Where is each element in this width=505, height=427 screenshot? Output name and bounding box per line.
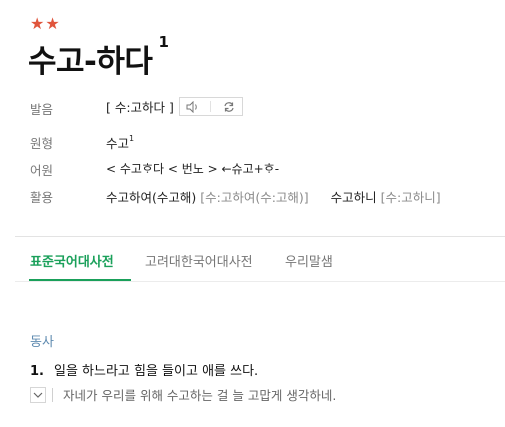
tab-urimalsaem[interactable]: 우리말샘 [285,251,333,270]
conjugation-label: 활용 [30,190,54,205]
repeat-icon[interactable] [220,99,238,114]
tab-korea-univ-dictionary[interactable]: 고려대한국어대사전 [145,251,253,270]
example-bar [52,387,53,402]
conjugation-pron-2: [수:고하니] [380,190,441,205]
dictionary-tabs: 표준국어대사전 고려대한국어대사전 우리말샘 [15,237,505,282]
pronunciation-controls [178,97,243,116]
origin-word[interactable]: 수고 [106,136,129,151]
conjugation-value: 수고하여(수고해) [수:고하여(수:고해)] 수고하니 [수:고하니] [106,187,441,206]
active-tab-indicator [29,279,131,281]
conjugation-form-1: 수고하여(수고해) [106,190,197,205]
headword-title: 수고-하다 1 [28,32,169,81]
origin-sup: 1 [129,133,135,143]
example-row: 자네가 우리를 위해 수고하는 걸 늘 고맙게 생각하네. [30,385,336,404]
headword-text: 수고-하다 [28,44,153,80]
sense-number: 1. [30,364,44,379]
sense-definition: 1. 일을 하느라고 힘을 들이고 애를 쓰다. [30,360,258,379]
pronunciation-value: [ 수:고하다 ] [106,100,174,115]
example-toggle-button[interactable] [30,386,46,403]
etymology-label: 어원 [30,163,54,178]
importance-stars: ★★ [30,14,61,33]
sense-text: 일을 하느라고 힘을 들이고 애를 쓰다. [53,364,259,379]
speaker-icon[interactable] [184,99,202,114]
control-separator [210,101,212,112]
part-of-speech: 동사 [30,335,54,350]
chevron-down-icon [33,392,43,398]
conjugation-form-2: 수고하니 [330,190,377,205]
tab-standard-dictionary[interactable]: 표준국어대사전 [30,251,114,270]
origin-label: 원형 [30,136,54,151]
pronunciation-label: 발음 [30,102,54,117]
conjugation-pron-1: [수:고하여(수:고해)] [200,190,309,205]
homonym-number: 1 [158,32,169,51]
example-sentence: 자네가 우리를 위해 수고하는 걸 늘 고맙게 생각하네. [63,388,337,403]
origin-value[interactable]: 수고1 [106,133,134,152]
pronunciation-row: [ 수:고하다 ] [106,96,243,117]
etymology-value: < 수고ᄒᆞ다 < 번노 > ←슈고+ᄒᆞ- [106,162,280,176]
